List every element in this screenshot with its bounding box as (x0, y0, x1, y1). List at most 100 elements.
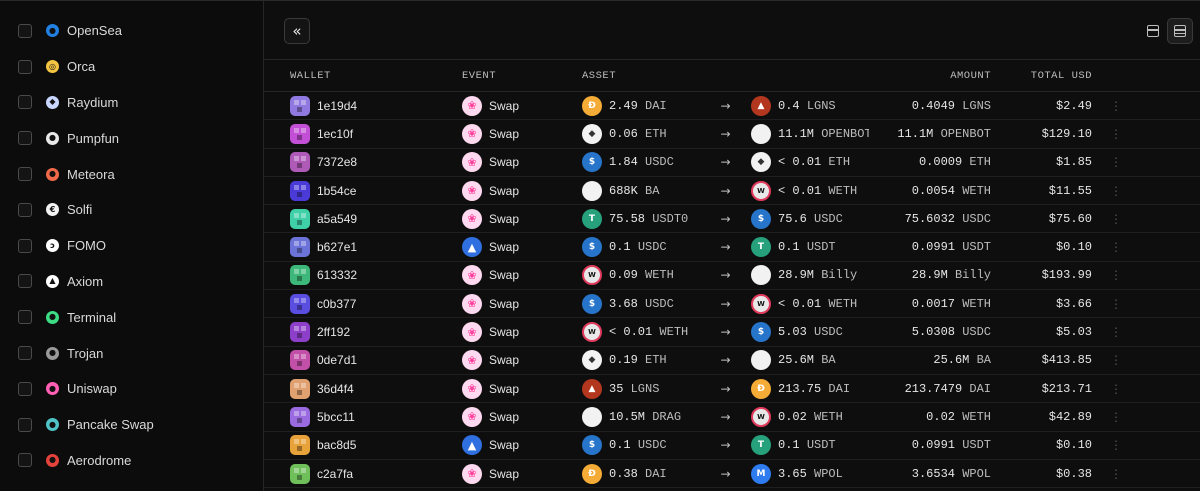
platform-checkbox[interactable] (18, 346, 32, 361)
table-row[interactable]: bac8d5 ▲ Swap $0.1 USDC → T 0.1 USDT 0.0991 USD… (264, 432, 1200, 460)
row-actions-icon[interactable]: ⋮ (1092, 268, 1122, 282)
row-actions-icon[interactable]: ⋮ (1092, 184, 1122, 198)
arrow-right-icon: → (720, 325, 731, 340)
sidebar-item-fomo[interactable]: ↄ FOMO (0, 228, 263, 264)
platform-checkbox[interactable] (18, 202, 32, 217)
wallet-cell[interactable]: c0b377 (264, 293, 462, 314)
wallet-cell[interactable]: 613332 (264, 265, 462, 286)
sidebar-item-uniswap[interactable]: ● Uniswap (0, 371, 263, 407)
sidebar-item-orca[interactable]: ◎ Orca (0, 49, 263, 85)
sidebar-item-raydium[interactable]: ◆ Raydium (0, 85, 263, 121)
compact-view-button[interactable] (1140, 18, 1166, 44)
platform-checkbox[interactable] (18, 59, 32, 74)
sidebar-item-axiom[interactable]: ▲ Axiom (0, 264, 263, 300)
arrow-right-icon: → (720, 381, 731, 396)
table-row[interactable]: c0b377 ❀ Swap $3.68 USDC → W < 0.01 WETH 0.0017… (264, 290, 1200, 319)
wallet-cell[interactable]: 1e19d4 (264, 95, 462, 116)
header-event[interactable]: EVENT (462, 70, 582, 82)
row-actions-icon[interactable]: ⋮ (1092, 155, 1122, 169)
sidebar-item-meteora[interactable]: ● Meteora (0, 156, 263, 192)
platform-checkbox[interactable] (18, 167, 32, 182)
asset-out-symbol: USDT (806, 240, 836, 255)
row-actions-icon[interactable]: ⋮ (1092, 382, 1122, 396)
asset-out-cell: 28.9M Billy (751, 265, 869, 286)
usdc-icon: $ (582, 435, 602, 456)
platform-checkbox[interactable] (18, 310, 32, 325)
list-view-button[interactable] (1167, 18, 1193, 44)
wallet-cell[interactable]: 5bcc11 (264, 406, 462, 427)
asset-out-amount: 3.65 WPOL (778, 467, 843, 481)
row-actions-icon[interactable]: ⋮ (1092, 325, 1122, 339)
header-amount[interactable]: AMOUNT (869, 70, 991, 82)
wallet-cell[interactable]: 0de7d1 (264, 350, 462, 371)
wallet-cell[interactable]: 7372e8 (264, 152, 462, 173)
table-row[interactable]: a5a549 ❀ Swap T 75.58 USDT0 → $75.6 USDC 75.603… (264, 205, 1200, 234)
table-row[interactable]: b627e1 ▲ Swap $0.1 USDC → T 0.1 USDT 0.0991 USD… (264, 233, 1200, 262)
table-row[interactable]: 5bcc11 ❀ Swap 10.5M DRAG → W 0.02 WETH 0.02 WET… (264, 403, 1200, 432)
wallet-cell[interactable]: c2a7fa (264, 463, 462, 484)
header-total-usd[interactable]: TOTAL USD (991, 70, 1092, 82)
wallet-cell[interactable]: a5a549 (264, 208, 462, 229)
header-asset[interactable]: ASSET (582, 70, 700, 82)
weth-icon: W (751, 293, 771, 314)
eth-icon: ◆ (582, 350, 602, 371)
platform-checkbox[interactable] (18, 453, 32, 468)
wallet-cell[interactable]: b627e1 (264, 237, 462, 258)
wallet-cell[interactable]: bac8d5 (264, 435, 462, 456)
collapse-sidebar-button[interactable]: « (284, 18, 310, 44)
row-actions-icon[interactable]: ⋮ (1092, 212, 1122, 226)
asset-in-symbol: DAI (645, 466, 667, 481)
asset-in-value: 688K (609, 183, 638, 198)
row-actions-icon[interactable]: ⋮ (1092, 127, 1122, 141)
wallet-id: c2a7fa (317, 466, 354, 481)
sidebar-item-terminal[interactable]: ● Terminal (0, 299, 263, 335)
event-cell: ▲ Swap (462, 435, 582, 456)
amount-value: 0.02 (926, 409, 955, 424)
row-actions-icon[interactable]: ⋮ (1092, 99, 1122, 113)
table-row[interactable]: 1b54ce ❀ Swap 688K BA → W < 0.01 WETH 0.0054 WE… (264, 177, 1200, 206)
header-wallet[interactable]: WALLET (264, 70, 462, 82)
wallet-cell[interactable]: 1b54ce (264, 180, 462, 201)
table-row[interactable]: 36d4f4 ❀ Swap ▲ 35 LGNS → Đ 213.75 DAI 213.7479 … (264, 375, 1200, 404)
table-row[interactable]: 1ec10f ❀ Swap ◆ 0.06 ETH → 11.1M OPENBOT 11.1M … (264, 120, 1200, 149)
table-row[interactable]: 613332 ❀ Swap W 0.09 WETH → 28.9M Billy 28.9M B… (264, 262, 1200, 291)
wallet-id: 613332 (317, 268, 358, 283)
amount-symbol: BA (976, 353, 991, 368)
table-row[interactable]: 1e19d4 ❀ Swap Đ 2.49 DAI → ▲ 0.4 LGNS 0.4049 LGN… (264, 92, 1200, 121)
row-actions-icon[interactable]: ⋮ (1092, 240, 1122, 254)
amount-symbol: USDT (962, 240, 991, 255)
platform-checkbox[interactable] (18, 381, 32, 396)
amount-value: 28.9M (911, 268, 948, 283)
table-row[interactable]: 2ff192 ❀ Swap W < 0.01 WETH → $5.03 USDC 5.0308… (264, 318, 1200, 347)
lgns-icon: ▲ (582, 378, 602, 399)
event-cell: ❀ Swap (462, 322, 582, 343)
pancakeswap-icon: ▲ (462, 435, 482, 456)
wallet-cell[interactable]: 2ff192 (264, 322, 462, 343)
asset-in-cell: 688K BA (582, 180, 700, 201)
platform-checkbox[interactable] (18, 131, 32, 146)
wallet-cell[interactable]: 1ec10f (264, 123, 462, 144)
table-row[interactable]: c2a7fa ❀ Swap Đ 0.38 DAI → M 3.65 WPOL 3.6534 WP… (264, 460, 1200, 489)
platform-checkbox[interactable] (18, 417, 32, 432)
row-actions-icon[interactable]: ⋮ (1092, 297, 1122, 311)
asset-in-amount: 75.58 USDT0 (609, 212, 688, 226)
sidebar-item-aerodrome[interactable]: ● Aerodrome (0, 443, 263, 479)
table-row[interactable]: 0de7d1 ❀ Swap ◆ 0.19 ETH → 25.6M BA 25.6M BA $41… (264, 347, 1200, 375)
sidebar-item-pumpfun[interactable]: ● Pumpfun (0, 120, 263, 156)
table-row[interactable]: 7372e8 ❀ Swap $1.84 USDC → ◆ < 0.01 ETH 0.0009 … (264, 149, 1200, 177)
row-actions-icon[interactable]: ⋮ (1092, 353, 1122, 367)
sidebar-item-trojan[interactable]: ● Trojan (0, 335, 263, 371)
row-actions-icon[interactable]: ⋮ (1092, 410, 1122, 424)
sidebar-item-pancake-swap[interactable]: ● Pancake Swap (0, 407, 263, 443)
sidebar-item-opensea[interactable]: ● OpenSea (0, 13, 263, 49)
amount-symbol: USDC (962, 211, 991, 226)
row-actions-icon[interactable]: ⋮ (1092, 467, 1122, 481)
row-actions-icon[interactable]: ⋮ (1092, 438, 1122, 452)
wallet-cell[interactable]: 36d4f4 (264, 378, 462, 399)
platform-checkbox[interactable] (18, 95, 32, 110)
sidebar-item-solfi[interactable]: € Solfi (0, 192, 263, 228)
wallet-id: a5a549 (317, 211, 358, 226)
platform-checkbox[interactable] (18, 23, 32, 38)
platform-checkbox[interactable] (18, 238, 32, 253)
platform-checkbox[interactable] (18, 274, 32, 289)
